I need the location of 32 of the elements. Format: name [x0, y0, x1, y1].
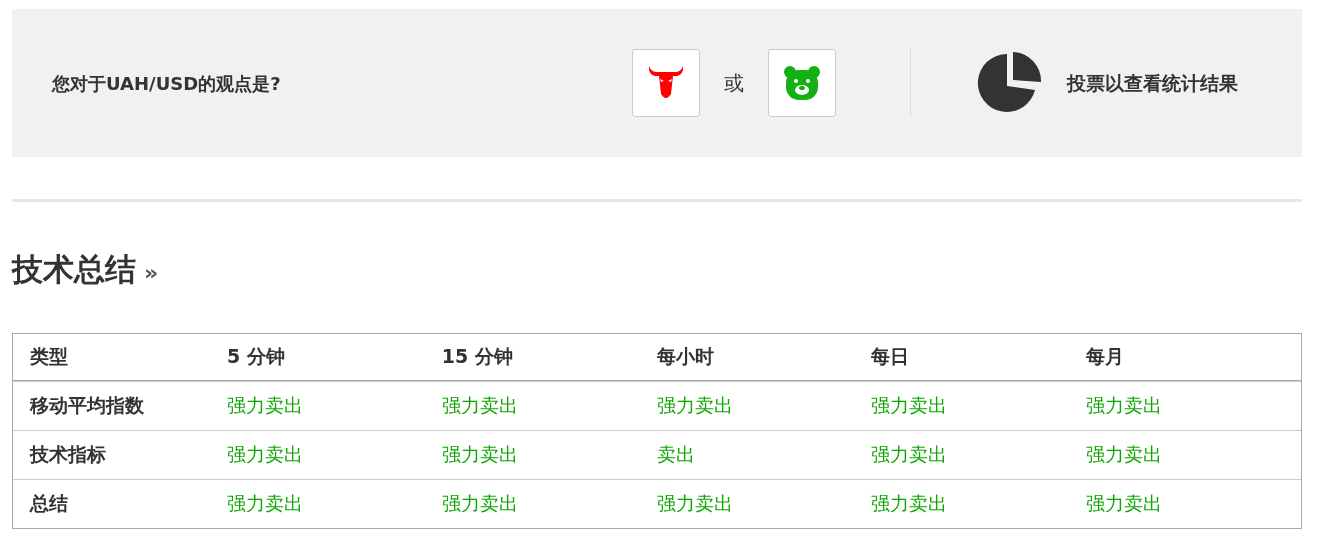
poll-question: 您对于UAH/USD的观点是? [52, 71, 281, 96]
more-link[interactable]: » [144, 256, 159, 289]
signal-cell: 强力卖出 [441, 492, 518, 515]
signal-cell: 卖出 [656, 443, 695, 466]
signal-cell: 强力卖出 [871, 443, 948, 466]
column-header: 每小时 [656, 345, 714, 368]
row-label: 移动平均指数 [30, 394, 144, 417]
signal-cell: 强力卖出 [871, 492, 948, 515]
signal-cell: 强力卖出 [441, 394, 518, 417]
section-title: 技术总结 [12, 250, 136, 289]
row-label: 技术指标 [30, 443, 106, 466]
row-label: 总结 [30, 492, 68, 515]
signal-cell: 强力卖出 [227, 394, 304, 417]
signal-cell: 强力卖出 [656, 394, 733, 417]
column-header: 5 分钟 [227, 345, 285, 368]
bullish-button[interactable] [632, 49, 700, 117]
signal-cell: 强力卖出 [871, 394, 948, 417]
column-header: 15 分钟 [441, 345, 513, 368]
signal-cell: 强力卖出 [1086, 492, 1163, 515]
signal-cell: 强力卖出 [227, 443, 304, 466]
bearish-button[interactable] [768, 49, 836, 117]
or-label: 或 [724, 70, 744, 97]
signal-cell: 强力卖出 [1086, 443, 1163, 466]
column-header: 每日 [871, 345, 910, 368]
signal-cell: 强力卖出 [656, 492, 733, 515]
signal-cell: 强力卖出 [441, 443, 518, 466]
column-header: 每月 [1086, 345, 1125, 368]
signal-cell: 强力卖出 [227, 492, 304, 515]
bear-icon [783, 65, 821, 101]
vote-results-label: 投票以查看统计结果 [1067, 70, 1238, 96]
column-header: 类型 [30, 345, 68, 368]
signal-cell: 强力卖出 [1086, 394, 1163, 417]
